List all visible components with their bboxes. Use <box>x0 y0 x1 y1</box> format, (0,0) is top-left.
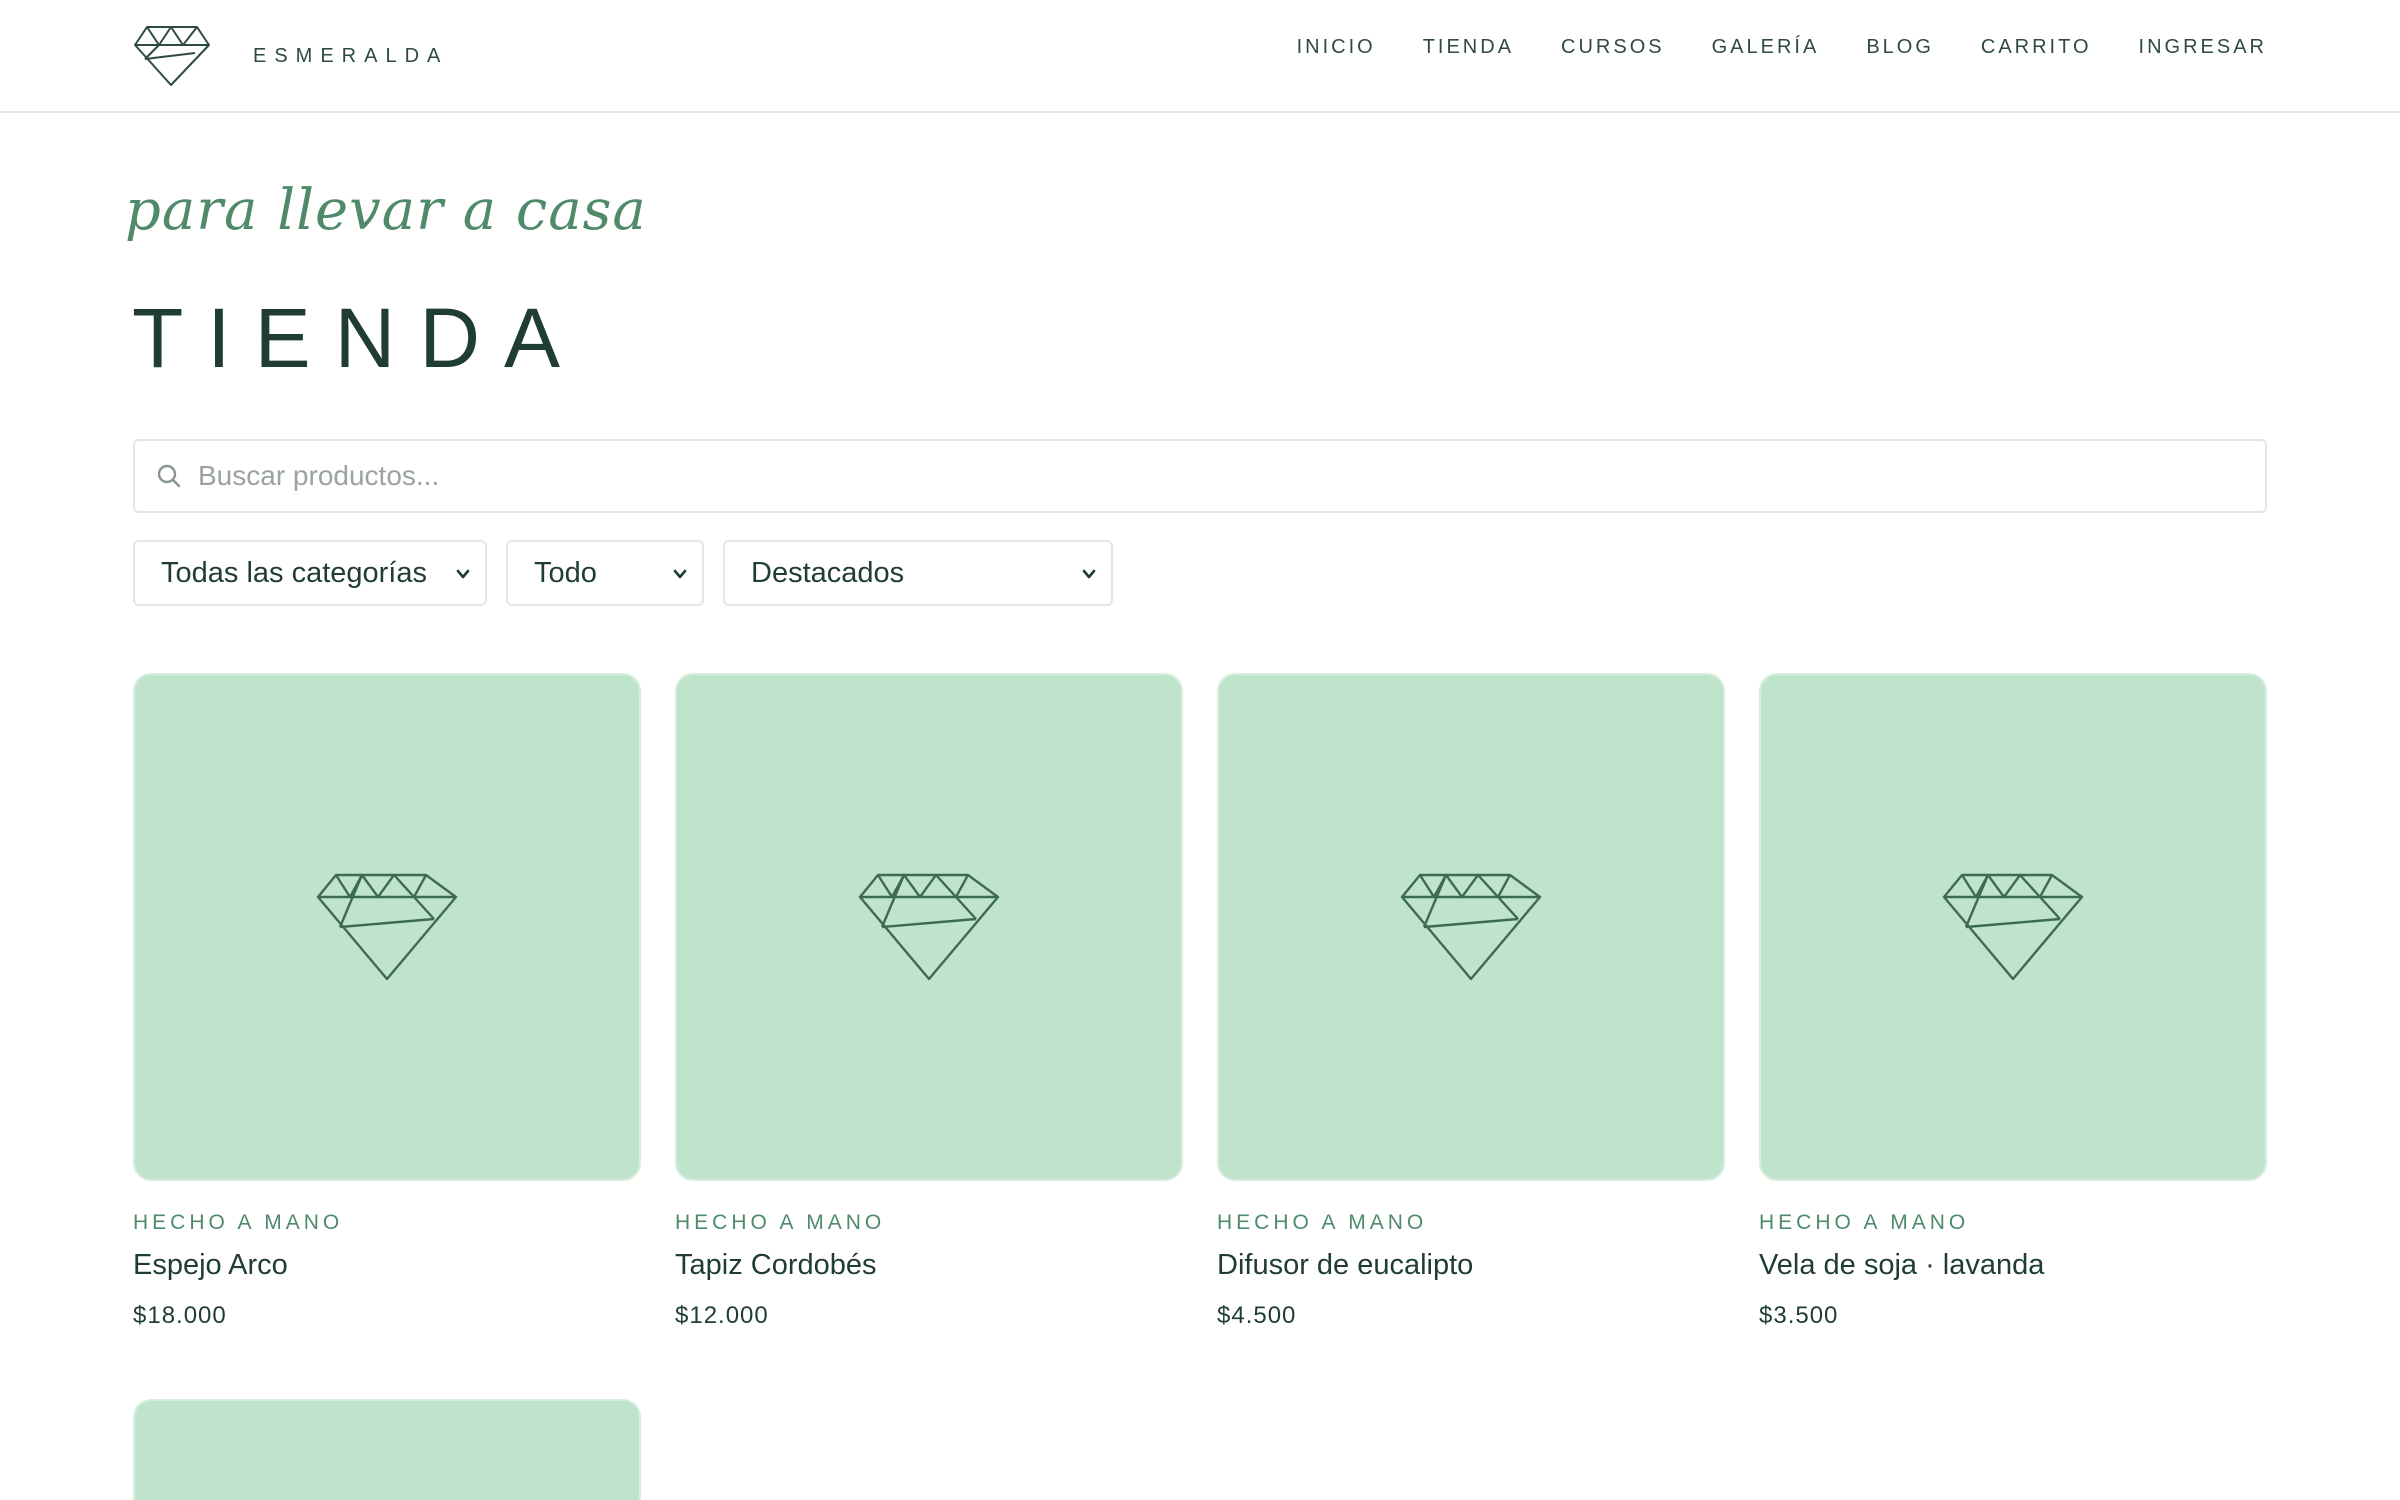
nav-item-inicio[interactable]: INICIO <box>1297 36 1376 59</box>
sort-select[interactable]: Destacados <box>723 540 1113 606</box>
product-image[interactable] <box>1217 673 1725 1181</box>
product-category: HECHO A MANO <box>1759 1211 1970 1234</box>
nav-item-carrito[interactable]: CARRITO <box>1981 36 2092 59</box>
chevron-down-icon <box>1082 569 1096 579</box>
product-category: HECHO A MANO <box>675 1211 886 1234</box>
product-name[interactable]: Tapiz Cordobés <box>675 1249 1183 1282</box>
main-nav: INICIO TIENDA CURSOS GALERÍA BLOG CARRIT… <box>1250 36 2267 59</box>
product-card[interactable]: HECHO A MANO Vela de soja · lavanda $3.5… <box>1759 673 2267 1330</box>
product-price: $18.000 <box>133 1302 227 1329</box>
chevron-down-icon <box>456 569 470 579</box>
product-image[interactable] <box>1759 673 2267 1181</box>
product-image[interactable] <box>133 1399 641 1500</box>
heart-gem-placeholder-icon <box>1400 873 1542 981</box>
availability-select[interactable]: Todo <box>506 540 704 606</box>
product-image[interactable] <box>675 673 1183 1181</box>
product-price: $4.500 <box>1217 1302 1297 1329</box>
filter-bar: Todas las categorías Todo Destacados <box>133 540 1132 606</box>
availability-select-value: Todo <box>534 556 597 589</box>
heart-gem-placeholder-icon <box>1942 873 2084 981</box>
search-icon <box>157 464 181 488</box>
product-card[interactable]: HECHO A MANO Tapiz Cordobés $12.000 <box>675 673 1183 1330</box>
heart-gem-placeholder-icon <box>316 873 458 981</box>
heart-gem-logo-icon <box>134 26 210 86</box>
brand[interactable]: ESMERALDA <box>133 25 448 87</box>
nav-item-ingresar[interactable]: INGRESAR <box>2139 36 2267 59</box>
heart-gem-placeholder-icon <box>858 873 1000 981</box>
product-image[interactable] <box>133 673 641 1181</box>
site-header: ESMERALDA INICIO TIENDA CURSOS GALERÍA B… <box>0 0 2400 113</box>
product-price: $12.000 <box>675 1302 769 1329</box>
chevron-down-icon <box>673 569 687 579</box>
category-select[interactable]: Todas las categorías <box>133 540 487 606</box>
product-name[interactable]: Espejo Arco <box>133 1249 641 1282</box>
page-title: TIENDA <box>132 291 585 385</box>
product-price: $3.500 <box>1759 1302 1839 1329</box>
page-tagline: para llevar a casa <box>125 178 647 243</box>
product-card[interactable]: HECHO A MANO Difusor de eucalipto $4.500 <box>1217 673 1725 1330</box>
nav-item-cursos[interactable]: CURSOS <box>1561 36 1665 59</box>
brand-name: ESMERALDA <box>253 44 449 67</box>
nav-item-tienda[interactable]: TIENDA <box>1423 36 1514 59</box>
product-name[interactable]: Vela de soja · lavanda <box>1759 1249 2267 1282</box>
product-card[interactable] <box>133 1399 641 1500</box>
sort-select-value: Destacados <box>751 556 905 589</box>
product-card[interactable]: HECHO A MANO Espejo Arco $18.000 <box>133 673 641 1330</box>
product-name[interactable]: Difusor de eucalipto <box>1217 1249 1725 1282</box>
category-select-value: Todas las categorías <box>161 556 427 589</box>
search-input[interactable] <box>198 446 2238 506</box>
product-category: HECHO A MANO <box>133 1211 344 1234</box>
nav-item-galeria[interactable]: GALERÍA <box>1712 36 1820 59</box>
search-bar[interactable] <box>133 439 2267 513</box>
nav-item-blog[interactable]: BLOG <box>1866 36 1934 59</box>
product-category: HECHO A MANO <box>1217 1211 1428 1234</box>
